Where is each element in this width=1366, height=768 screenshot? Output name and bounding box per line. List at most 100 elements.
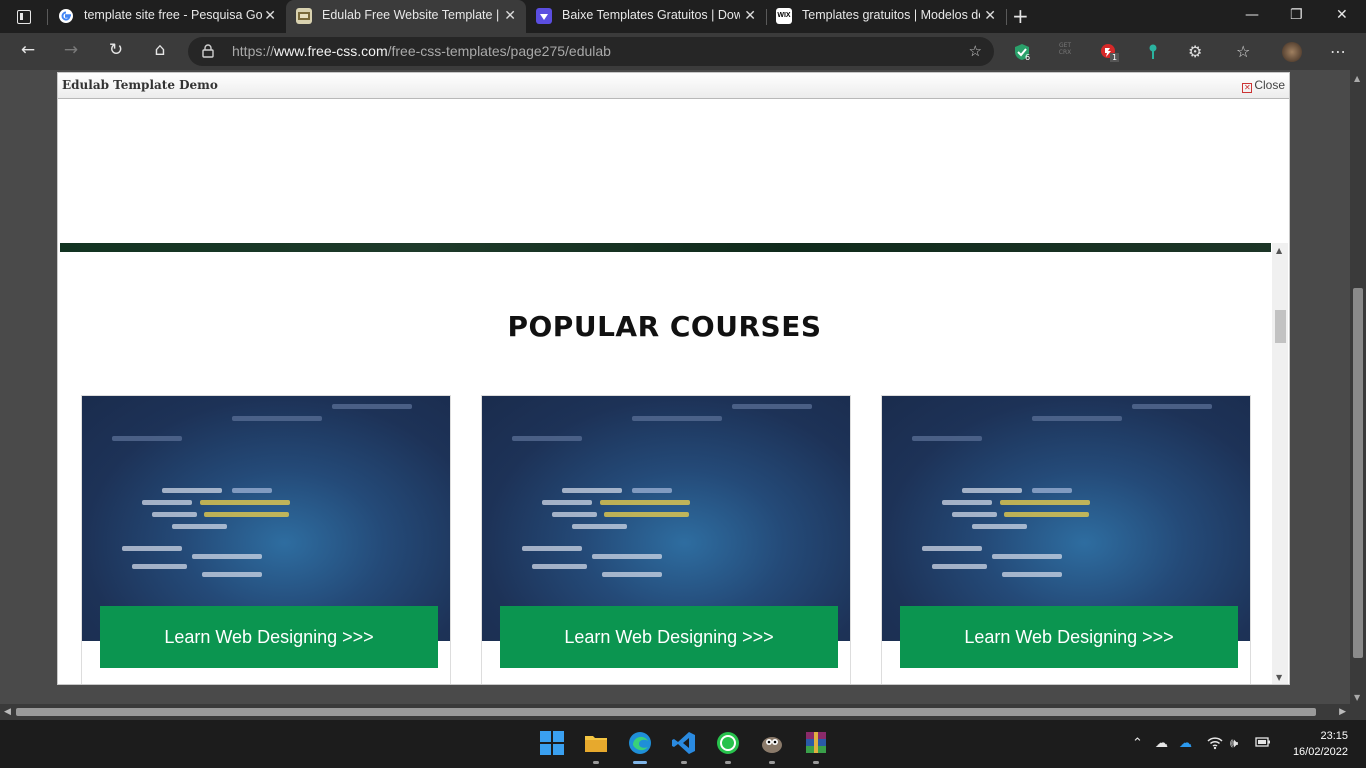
extensions-icon[interactable]: ⚙ bbox=[1188, 42, 1208, 62]
code-line-decoration bbox=[1132, 404, 1212, 409]
system-clock[interactable]: 23:15 16/02/2022 bbox=[1293, 728, 1348, 760]
tab-title: Edulab Free Website Template | F bbox=[322, 8, 500, 22]
red-extension-icon[interactable]: 1 bbox=[1098, 42, 1120, 62]
battery-icon[interactable] bbox=[1255, 736, 1271, 752]
scroll-left-icon[interactable]: ◀ bbox=[4, 707, 11, 717]
tab-title: Baixe Templates Gratuitos | Down bbox=[562, 8, 740, 22]
scroll-thumb[interactable] bbox=[1353, 288, 1363, 658]
scroll-down-icon[interactable]: ▼ bbox=[1276, 673, 1282, 682]
add-favorite-icon[interactable]: ☆ bbox=[969, 42, 982, 60]
close-tab-icon[interactable]: ✕ bbox=[984, 7, 996, 24]
scroll-down-icon[interactable]: ▼ bbox=[1354, 693, 1360, 702]
close-window-icon[interactable]: ✕ bbox=[1336, 7, 1348, 23]
url-text: https://www.free-css.com/free-css-templa… bbox=[232, 43, 611, 59]
refresh-icon[interactable]: ↻ bbox=[104, 40, 128, 60]
code-line-decoration bbox=[632, 488, 672, 493]
address-bar[interactable]: https://www.free-css.com/free-css-templa… bbox=[188, 37, 994, 66]
section-heading: POPULAR COURSES bbox=[507, 310, 822, 343]
wix-icon: WIX bbox=[776, 8, 792, 24]
learn-web-designing-button[interactable]: Learn Web Designing >>> bbox=[500, 606, 838, 668]
tab-wix-templates[interactable]: WIX Templates gratuitos | Modelos de ✕ bbox=[766, 0, 1006, 33]
tab-actions-icon[interactable] bbox=[8, 6, 38, 28]
frame-scrollbar[interactable]: ▲ ▼ bbox=[1272, 243, 1288, 684]
code-line-decoration bbox=[552, 512, 597, 517]
vscode-icon[interactable] bbox=[671, 730, 697, 756]
code-line-decoration bbox=[1032, 488, 1072, 493]
tab-edulab[interactable]: Edulab Free Website Template | F ✕ bbox=[286, 0, 526, 33]
show-hidden-icons-icon[interactable]: ⌃ bbox=[1132, 736, 1143, 751]
file-explorer-icon[interactable] bbox=[583, 730, 609, 756]
template-site-icon bbox=[536, 8, 552, 24]
code-line-decoration bbox=[600, 500, 690, 505]
code-line-decoration bbox=[632, 416, 722, 421]
code-line-decoration bbox=[592, 554, 662, 559]
code-line-decoration bbox=[192, 554, 262, 559]
code-line-decoration bbox=[532, 564, 587, 569]
start-icon[interactable] bbox=[539, 730, 565, 756]
new-tab-button[interactable]: + bbox=[1012, 4, 1029, 28]
whatsapp-icon[interactable] bbox=[715, 730, 741, 756]
get-crx-icon[interactable]: GET CRX bbox=[1055, 42, 1075, 62]
code-line-decoration bbox=[562, 488, 622, 493]
close-tab-icon[interactable]: ✕ bbox=[264, 7, 276, 24]
scroll-up-icon[interactable]: ▲ bbox=[1354, 74, 1360, 83]
minimize-icon[interactable]: — bbox=[1245, 7, 1259, 23]
close-button[interactable]: ✕ Close bbox=[1242, 78, 1285, 93]
code-line-decoration bbox=[912, 436, 982, 441]
code-line-decoration bbox=[972, 524, 1027, 529]
extension-badge: 6 bbox=[1025, 53, 1031, 62]
scroll-right-icon[interactable]: ▶ bbox=[1339, 707, 1346, 717]
code-line-decoration bbox=[992, 554, 1062, 559]
course-image bbox=[482, 396, 850, 641]
code-line-decoration bbox=[962, 488, 1022, 493]
learn-web-designing-button[interactable]: Learn Web Designing >>> bbox=[900, 606, 1238, 668]
favorites-icon[interactable]: ☆ bbox=[1236, 42, 1256, 62]
hero-image bbox=[60, 243, 1271, 252]
freecss-icon bbox=[296, 8, 312, 24]
code-line-decoration bbox=[172, 524, 227, 529]
course-card: Learn Web Designing >>> bbox=[881, 395, 1251, 684]
close-tab-icon[interactable]: ✕ bbox=[744, 7, 756, 24]
tab-google-search[interactable]: template site free - Pesquisa Goo ✕ bbox=[48, 0, 286, 33]
edge-icon[interactable] bbox=[627, 730, 653, 756]
forward-icon[interactable]: → bbox=[59, 40, 83, 60]
restore-icon[interactable]: ❐ bbox=[1290, 7, 1303, 23]
code-line-decoration bbox=[1002, 572, 1062, 577]
onedrive-blue-icon[interactable]: ☁ bbox=[1179, 736, 1192, 751]
template-preview-frame: ▲ ▼ POPULAR COURSES Learn Web Designing … bbox=[59, 100, 1288, 684]
horizontal-scrollbar[interactable]: ◀ ▶ bbox=[0, 704, 1366, 720]
code-line-decoration bbox=[572, 524, 627, 529]
avatar[interactable] bbox=[1282, 42, 1302, 62]
close-label: Close bbox=[1254, 78, 1285, 92]
code-line-decoration bbox=[152, 512, 197, 517]
tab-baixe-templates[interactable]: Baixe Templates Gratuitos | Down ✕ bbox=[526, 0, 766, 33]
code-line-decoration bbox=[522, 546, 582, 551]
back-icon[interactable]: ← bbox=[16, 40, 40, 60]
onedrive-white-icon[interactable]: ☁ bbox=[1155, 736, 1168, 751]
page-scrollbar[interactable]: ▲ ▼ bbox=[1350, 70, 1366, 704]
gimp-icon[interactable] bbox=[759, 730, 785, 756]
scroll-thumb[interactable] bbox=[16, 708, 1316, 716]
modal-title: Edulab Template Demo bbox=[62, 78, 218, 92]
volume-icon[interactable]: 🕪 bbox=[1230, 736, 1238, 751]
wifi-icon[interactable] bbox=[1207, 736, 1223, 754]
running-indicator bbox=[593, 761, 599, 764]
scroll-up-icon[interactable]: ▲ bbox=[1276, 246, 1282, 255]
key-extension-icon[interactable] bbox=[1143, 42, 1163, 62]
browser-toolbar: ← → ↻ ⌂ https://www.free-css.com/free-cs… bbox=[0, 33, 1366, 70]
more-icon[interactable]: ⋯ bbox=[1330, 42, 1350, 62]
shield-extension-icon[interactable]: 6 bbox=[1012, 42, 1032, 62]
code-line-decoration bbox=[332, 404, 412, 409]
template-demo-modal: Edulab Template Demo ✕ Close ▲ ▼ POPULAR … bbox=[57, 72, 1290, 685]
active-indicator bbox=[633, 761, 647, 764]
learn-web-designing-button[interactable]: Learn Web Designing >>> bbox=[100, 606, 438, 668]
modal-header: Edulab Template Demo ✕ Close bbox=[58, 73, 1289, 99]
close-icon: ✕ bbox=[1242, 83, 1253, 93]
close-tab-icon[interactable]: ✕ bbox=[504, 7, 516, 24]
scroll-thumb[interactable] bbox=[1275, 310, 1286, 343]
lock-icon[interactable] bbox=[202, 43, 214, 58]
code-line-decoration bbox=[202, 572, 262, 577]
code-line-decoration bbox=[932, 564, 987, 569]
home-icon[interactable]: ⌂ bbox=[148, 40, 172, 60]
winrar-icon[interactable] bbox=[803, 730, 829, 756]
